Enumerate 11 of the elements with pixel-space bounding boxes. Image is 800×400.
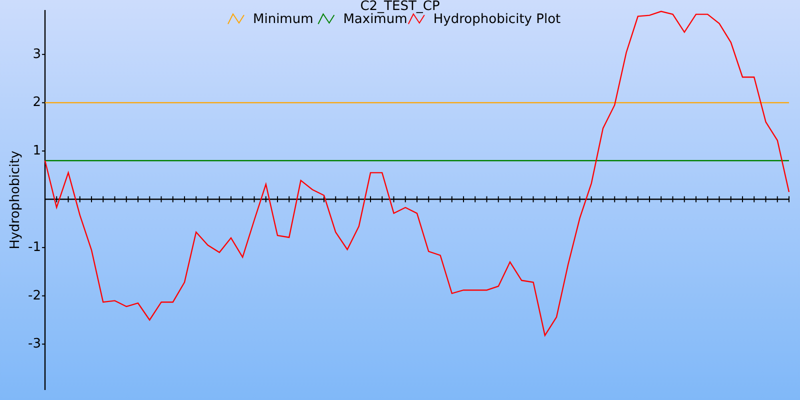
y-axis-title: Hydrophobicity xyxy=(8,150,23,250)
y-tick-label: 3 xyxy=(32,46,41,62)
legend-label: Hydrophobicity Plot xyxy=(433,12,561,27)
y-tick-label: -2 xyxy=(28,288,41,304)
legend-label: Minimum xyxy=(253,12,314,27)
y-tick-label: -1 xyxy=(28,240,41,256)
chart-title: C2_TEST_CP xyxy=(360,0,440,14)
y-tick-label: 2 xyxy=(32,95,41,110)
y-tick-label: 1 xyxy=(32,144,41,158)
legend-label: Maximum xyxy=(343,12,408,27)
y-tick-label: -3 xyxy=(28,336,41,352)
